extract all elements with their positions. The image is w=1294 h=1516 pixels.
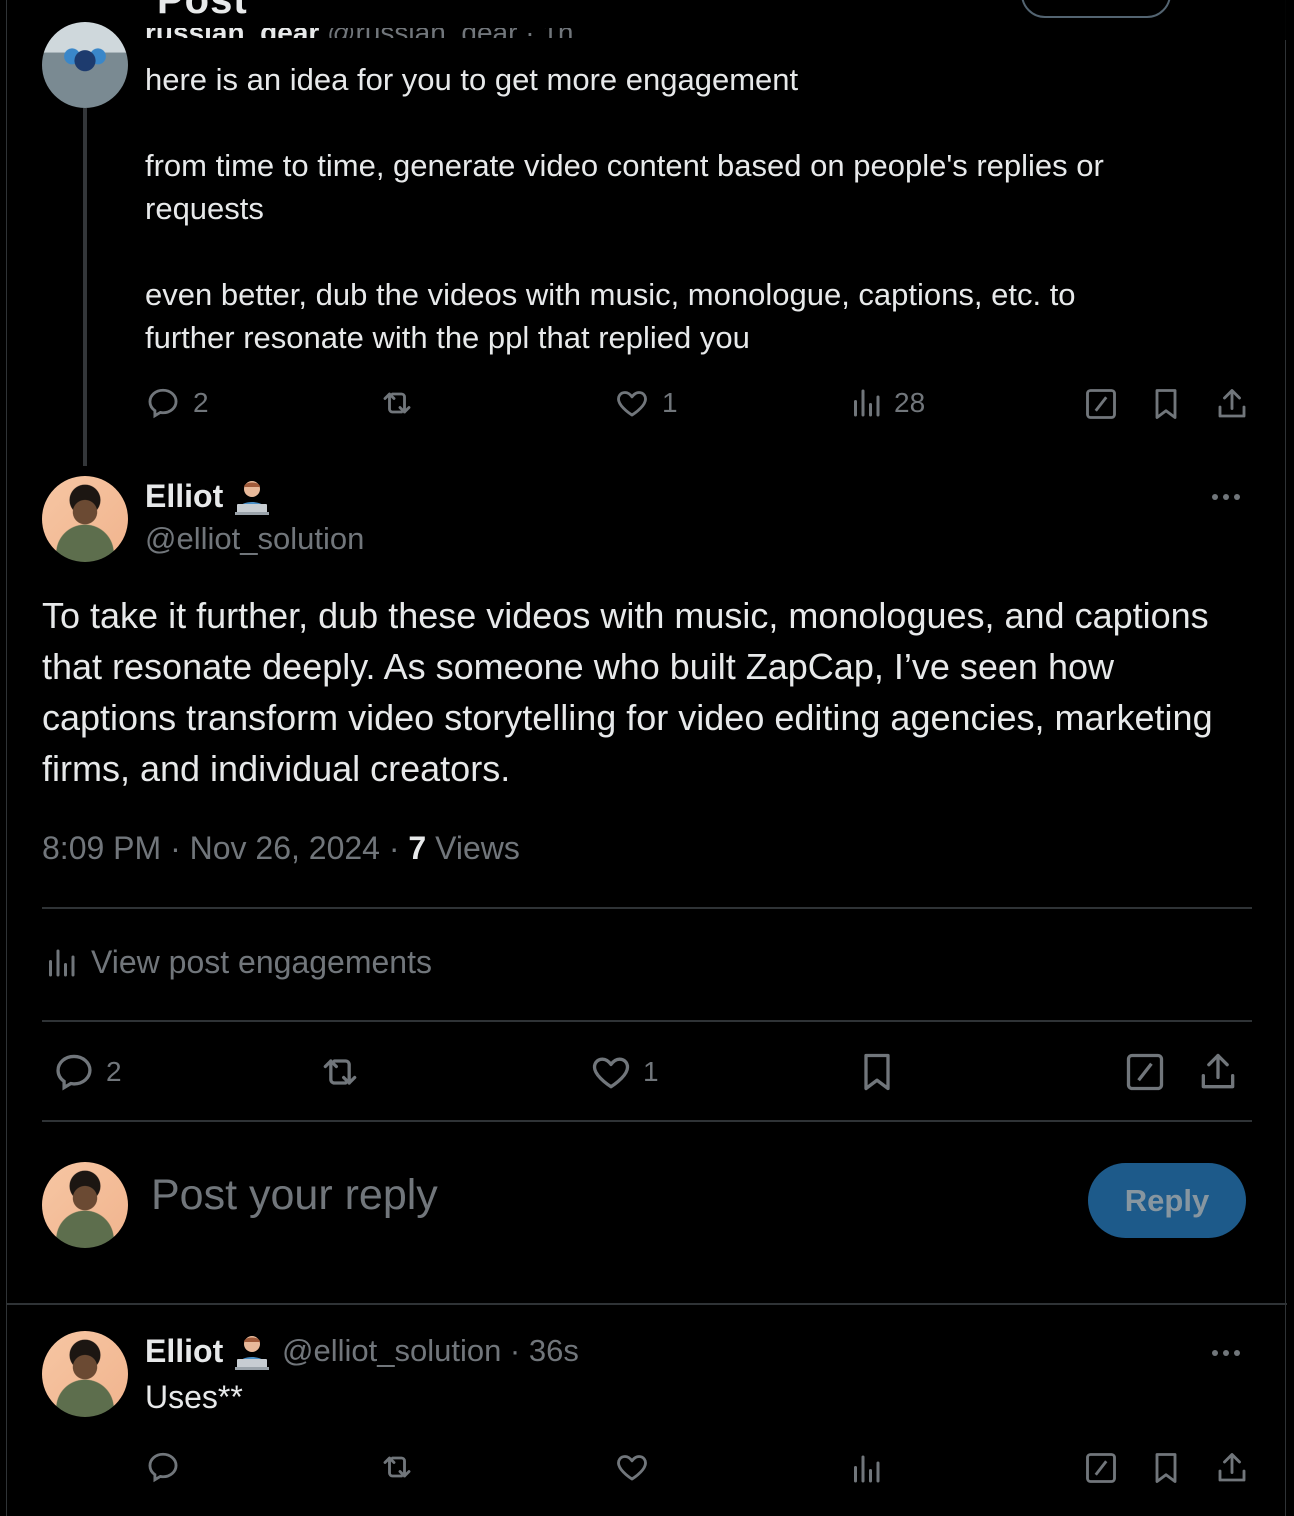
header-reply-button[interactable] (1021, 0, 1171, 18)
repost-icon (383, 1456, 411, 1478)
top-header: Post russian_dear @russian_dear · 1h (7, 0, 1287, 40)
analytics-icon (854, 1455, 880, 1483)
parent-repost-button[interactable] (377, 385, 417, 421)
repost-icon (383, 392, 411, 414)
parent-like-count: 1 (662, 387, 678, 418)
share-icon (1218, 1453, 1246, 1482)
main-author-handle[interactable]: @elliot_solution (145, 521, 364, 557)
parent-author-avatar[interactable] (42, 22, 128, 108)
reply-bookmark-button[interactable] (1150, 1450, 1182, 1486)
main-like-count: 1 (643, 1056, 659, 1087)
reply-post-text: Uses** (145, 1379, 243, 1415)
bookmark-icon (1155, 389, 1177, 419)
reply-icon (56, 1054, 92, 1091)
main-post-meta: 8:09 PM · Nov 26, 2024 · 7 Views (42, 830, 520, 867)
main-share-button[interactable] (1196, 1050, 1240, 1094)
reply-author-name[interactable]: Elliot (145, 1333, 223, 1370)
parent-bookmark-button[interactable] (1150, 386, 1182, 422)
view-engagements-label: View post engagements (91, 944, 432, 980)
page-title: Post (157, 0, 248, 22)
grok-icon (1126, 1053, 1164, 1091)
main-bookmark-button[interactable] (857, 1050, 897, 1094)
main-reply-button[interactable]: 2 (52, 1050, 122, 1094)
parent-views-count: 28 (894, 387, 926, 418)
bookmark-icon (864, 1053, 890, 1091)
analytics-icon (49, 949, 75, 976)
reply-button[interactable]: Reply (1088, 1163, 1246, 1238)
reply-author-handle[interactable]: @elliot_solution · 36s (282, 1333, 579, 1369)
bookmark-icon (1155, 1453, 1177, 1483)
main-reply-count: 2 (106, 1056, 122, 1087)
post-detail-panel: Post russian_dear @russian_dear · 1h her… (6, 0, 1287, 1516)
divider (42, 1020, 1252, 1022)
reply-input[interactable] (149, 1170, 1053, 1221)
main-post-text: To take it further, dub these videos wit… (42, 595, 1213, 789)
divider (7, 1303, 1287, 1305)
parent-reply-count: 2 (193, 387, 209, 418)
share-icon (1218, 389, 1246, 418)
reply-share-button[interactable] (1214, 1450, 1250, 1486)
main-grok-button[interactable] (1123, 1050, 1167, 1094)
grok-icon (1086, 389, 1116, 419)
parent-grok-button[interactable] (1083, 386, 1119, 422)
parent-author-handle: @russian_dear · 1h (327, 28, 573, 38)
reply-author-avatar[interactable] (42, 1331, 128, 1417)
heart-icon (617, 391, 647, 417)
technologist-emoji-icon (235, 481, 269, 515)
reply-icon (148, 388, 178, 419)
reply-repost-button[interactable] (377, 1449, 417, 1485)
reply-more-icon[interactable] (1212, 1350, 1240, 1356)
parent-reply-button[interactable]: 2 (145, 385, 209, 421)
post-timestamp[interactable]: 8:09 PM · Nov 26, 2024 · (42, 830, 408, 866)
heart-icon (592, 1057, 630, 1089)
parent-post-text: here is an idea for you to get more enga… (145, 62, 1104, 355)
views-label: Views (426, 830, 520, 866)
parent-author-name: russian_dear (145, 28, 319, 38)
reply-icon (148, 1452, 178, 1483)
reply-grok-button[interactable] (1083, 1450, 1119, 1486)
main-author-avatar[interactable] (42, 476, 128, 562)
view-engagements-link[interactable]: View post engagements (45, 944, 432, 981)
repost-icon (323, 1059, 357, 1085)
reply-views-button[interactable] (850, 1451, 882, 1487)
parent-views-button[interactable]: 28 (850, 385, 925, 421)
analytics-icon (854, 389, 880, 417)
parent-author-clipped: russian_dear @russian_dear · 1h (145, 28, 755, 38)
views-count: 7 (408, 830, 427, 866)
reply-like-button[interactable] (614, 1449, 650, 1485)
grok-icon (1086, 1453, 1116, 1483)
reply-reply-button[interactable] (145, 1449, 181, 1485)
main-like-button[interactable]: 1 (589, 1050, 659, 1094)
main-repost-button[interactable] (315, 1050, 365, 1094)
composer-avatar[interactable] (42, 1162, 128, 1248)
share-icon (1201, 1053, 1235, 1089)
main-author-name[interactable]: Elliot (145, 478, 223, 515)
technologist-emoji-icon (235, 1336, 269, 1370)
divider (42, 1120, 1252, 1122)
parent-share-button[interactable] (1214, 386, 1250, 422)
main-post-more-icon[interactable] (1212, 494, 1240, 500)
parent-like-button[interactable]: 1 (614, 385, 678, 421)
heart-icon (617, 1455, 647, 1481)
divider (42, 907, 1252, 909)
thread-connector-line (83, 108, 87, 466)
